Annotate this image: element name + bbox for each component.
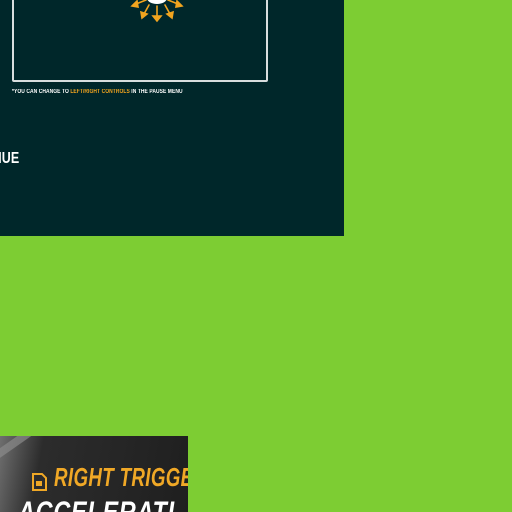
hint-highlight: LEFT/RIGHT CONTROLS — [70, 89, 130, 95]
hint-prefix: *YOU CAN CHANGE TO — [12, 89, 71, 95]
continue-button[interactable]: NTINUE — [0, 150, 19, 168]
controls-tutorial-panel: *YOU CAN CHANGE TO LEFT/RIGHT CONTROLS I… — [0, 0, 344, 236]
promo-decor-stripe — [0, 436, 37, 467]
promo-title: RIGHT TRIGGE — [54, 462, 188, 492]
controls-illustration-frame — [12, 0, 268, 82]
controls-hint-text: *YOU CAN CHANGE TO LEFT/RIGHT CONTROLS I… — [12, 89, 183, 95]
game-screen: *YOU CAN CHANGE TO LEFT/RIGHT CONTROLS I… — [0, 0, 512, 512]
right-trigger-promo-tile: RIGHT TRIGGE ACCELERATI — [0, 436, 188, 512]
promo-subtitle: ACCELERATI — [18, 496, 175, 512]
hint-suffix: IN THE PAUSE MENU — [129, 89, 183, 95]
controller-tilt-icon — [130, 0, 184, 23]
trigger-badge-icon — [32, 473, 47, 491]
